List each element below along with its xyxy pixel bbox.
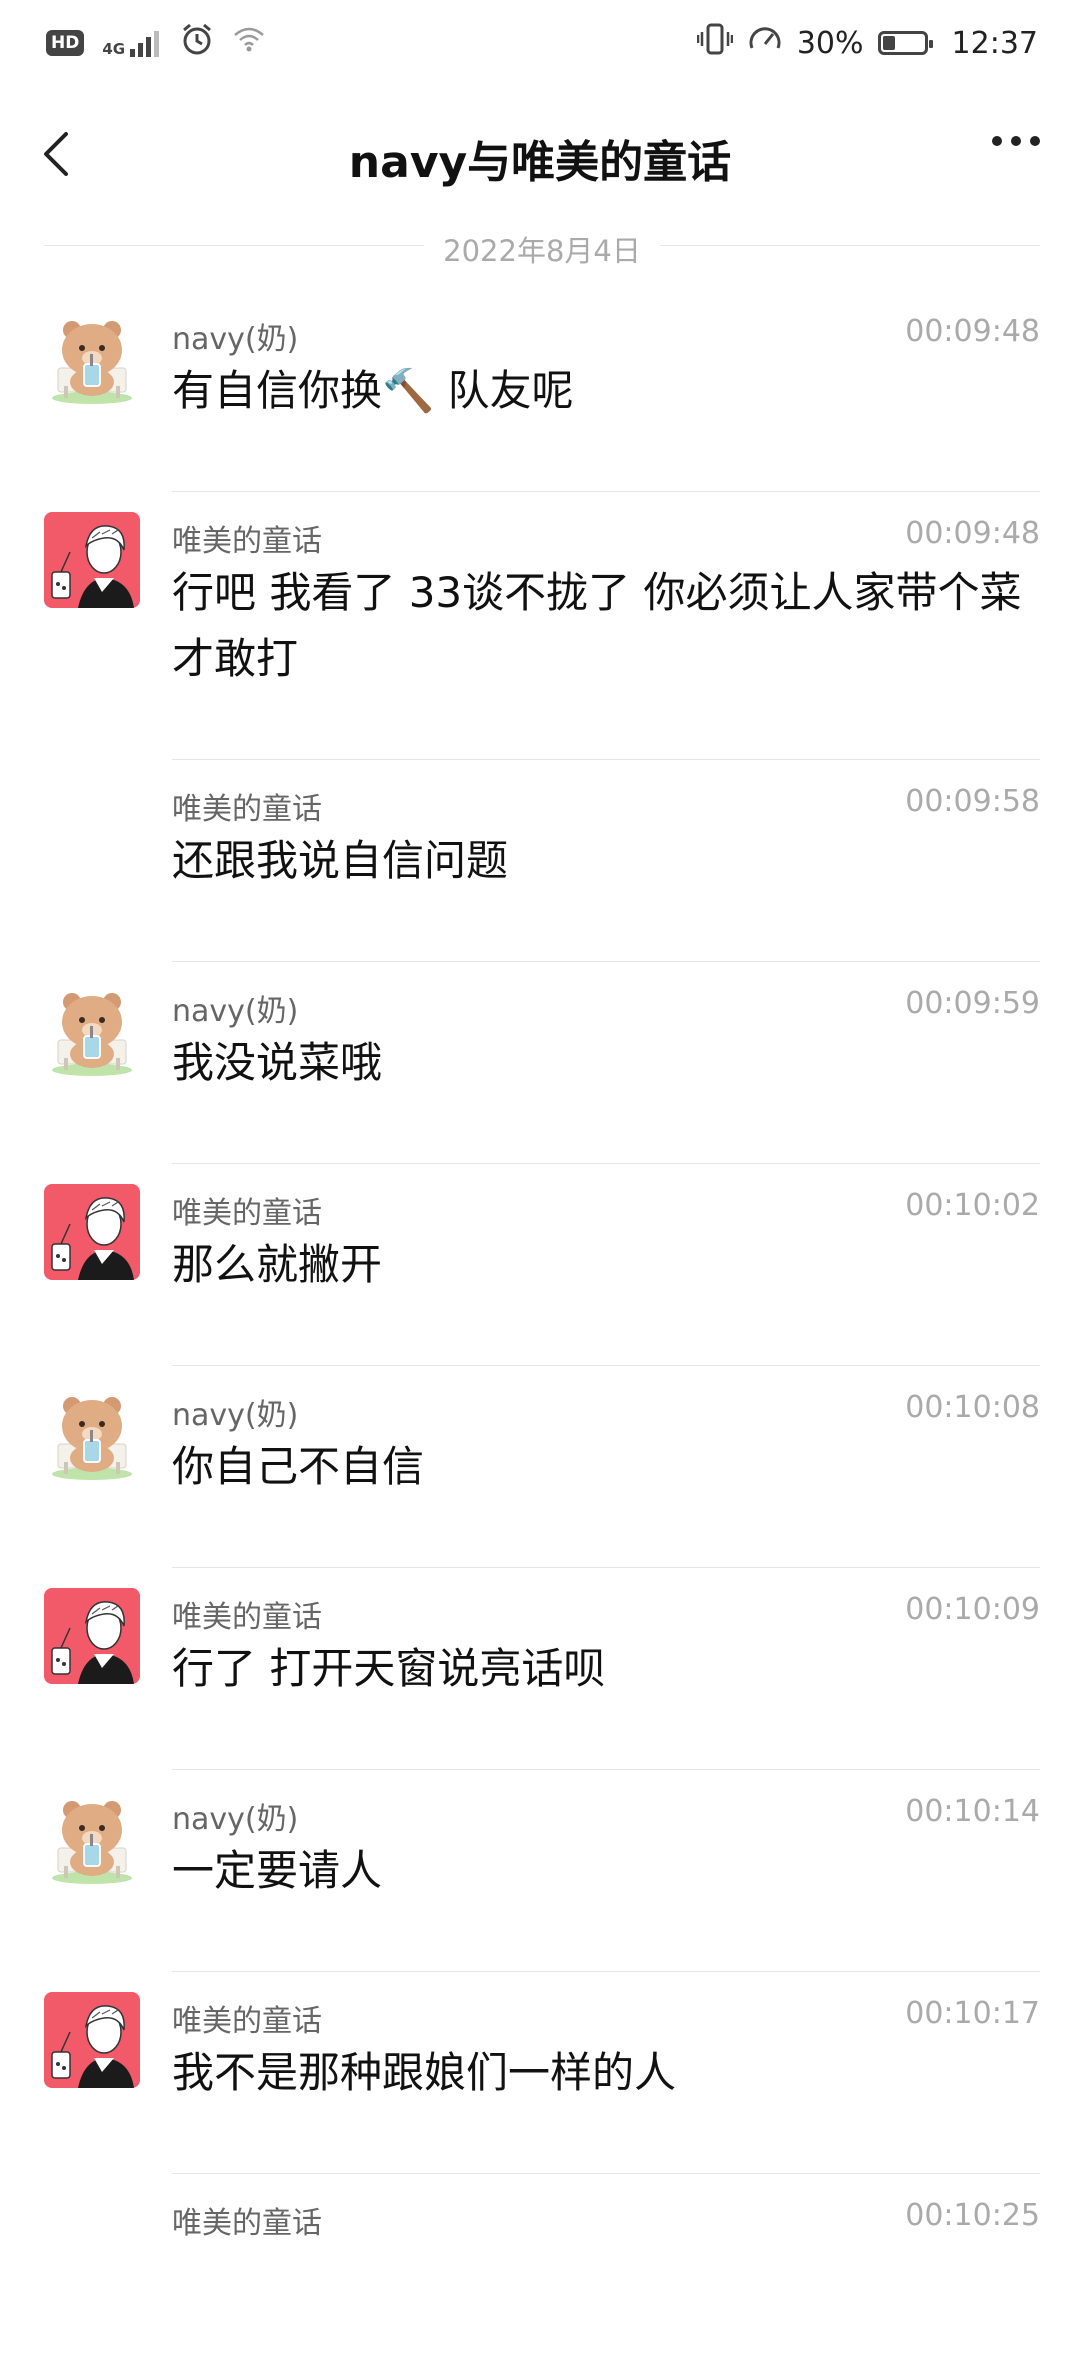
battery-icon xyxy=(877,31,933,55)
message-time: 00:10:14 xyxy=(905,1794,1040,1829)
signal-icon: 4G xyxy=(102,29,162,57)
alarm-icon xyxy=(180,22,214,64)
message-time: 00:10:02 xyxy=(905,1188,1040,1223)
nav-bar: navy与唯美的童话 xyxy=(0,86,1080,216)
wifi-icon xyxy=(232,24,266,62)
more-dot-icon xyxy=(992,136,1002,146)
message-item[interactable]: navy(奶) 00:09:59 我没说菜哦 xyxy=(0,962,1080,1164)
message-time: 00:10:09 xyxy=(905,1592,1040,1627)
message-item[interactable]: navy(奶) 00:09:48 有自信你换🔨 队友呢 xyxy=(0,290,1080,492)
bear-avatar[interactable] xyxy=(44,310,140,406)
more-button[interactable] xyxy=(992,136,1040,146)
bear-avatar[interactable] xyxy=(44,1386,140,1482)
hd-badge: HD xyxy=(46,30,85,56)
message-item[interactable]: navy(奶) 00:10:08 你自己不自信 xyxy=(0,1366,1080,1568)
message-time: 00:09:59 xyxy=(905,986,1040,1021)
speed-icon xyxy=(747,22,783,64)
sender-name: 唯美的童话 xyxy=(172,2004,322,2039)
sender-name: navy(奶) xyxy=(172,1398,299,1433)
message-text: 行了 打开天窗说亮话呗 xyxy=(172,1644,606,1693)
person-avatar[interactable] xyxy=(44,1588,140,1684)
message-item[interactable]: navy(奶) 00:10:14 一定要请人 xyxy=(0,1770,1080,1972)
sender-name: 唯美的童话 xyxy=(172,792,322,827)
message-time: 00:09:58 xyxy=(905,784,1040,819)
sender-name: 唯美的童话 xyxy=(172,1196,322,1231)
back-button[interactable] xyxy=(38,124,78,184)
person-avatar[interactable] xyxy=(44,1992,140,2088)
chevron-left-icon xyxy=(44,132,68,176)
message-text: 我没说菜哦 xyxy=(172,1038,383,1087)
message-item[interactable]: 唯美的童话 00:09:48 行吧 我看了 33谈不拢了 你必须让人家带个菜才敢打 xyxy=(0,492,1080,760)
vibrate-icon xyxy=(696,22,734,64)
message-item[interactable]: 唯美的童话 00:10:25 xyxy=(0,2174,1080,2376)
divider-line xyxy=(660,245,1040,246)
date-divider: 2022年8月4日 xyxy=(44,228,1040,268)
message-text: 我不是那种跟娘们一样的人 xyxy=(172,2048,677,2097)
message-text: 有自信你换🔨 队友呢 xyxy=(172,366,574,415)
message-text: 你自己不自信 xyxy=(172,1442,425,1491)
message-text: 那么就撇开 xyxy=(172,1240,383,1289)
sender-name: navy(奶) xyxy=(172,322,299,357)
message-item[interactable]: 唯美的童话 00:10:17 我不是那种跟娘们一样的人 xyxy=(0,1972,1080,2174)
message-text: 还跟我说自信问题 xyxy=(172,836,509,885)
person-avatar[interactable] xyxy=(44,512,140,608)
bear-avatar[interactable] xyxy=(44,982,140,1078)
sender-name: 唯美的童话 xyxy=(172,2206,322,2241)
clock: 12:37 xyxy=(951,25,1038,61)
message-time: 00:10:08 xyxy=(905,1390,1040,1425)
message-text: 行吧 我看了 33谈不拢了 你必须让人家带个菜才敢打 xyxy=(172,568,1022,683)
message-item[interactable]: 唯美的童话 00:10:02 那么就撇开 xyxy=(0,1164,1080,1366)
battery-percent: 30% xyxy=(796,25,864,61)
sender-name: navy(奶) xyxy=(172,994,299,1029)
date-label: 2022年8月4日 xyxy=(443,234,641,268)
message-time: 00:10:17 xyxy=(905,1996,1040,2031)
more-dot-icon xyxy=(1030,136,1040,146)
sender-name: 唯美的童话 xyxy=(172,524,322,559)
more-dot-icon xyxy=(1011,136,1021,146)
bear-avatar[interactable] xyxy=(44,1790,140,1886)
sender-name: 唯美的童话 xyxy=(172,1600,322,1635)
person-avatar[interactable] xyxy=(44,1184,140,1280)
message-time: 00:09:48 xyxy=(905,516,1040,551)
network-type: 4G xyxy=(102,40,126,58)
message-item[interactable]: 唯美的童话 00:09:58 还跟我说自信问题 xyxy=(0,760,1080,962)
message-item[interactable]: 唯美的童话 00:10:09 行了 打开天窗说亮话呗 xyxy=(0,1568,1080,1770)
sender-name: navy(奶) xyxy=(172,1802,299,1837)
page-title: navy与唯美的童话 xyxy=(348,137,732,188)
message-time: 00:10:25 xyxy=(905,2198,1040,2233)
message-text: 一定要请人 xyxy=(172,1846,383,1895)
message-time: 00:09:48 xyxy=(905,314,1040,349)
status-bar: HD 4G 30% 12:37 xyxy=(0,0,1080,86)
